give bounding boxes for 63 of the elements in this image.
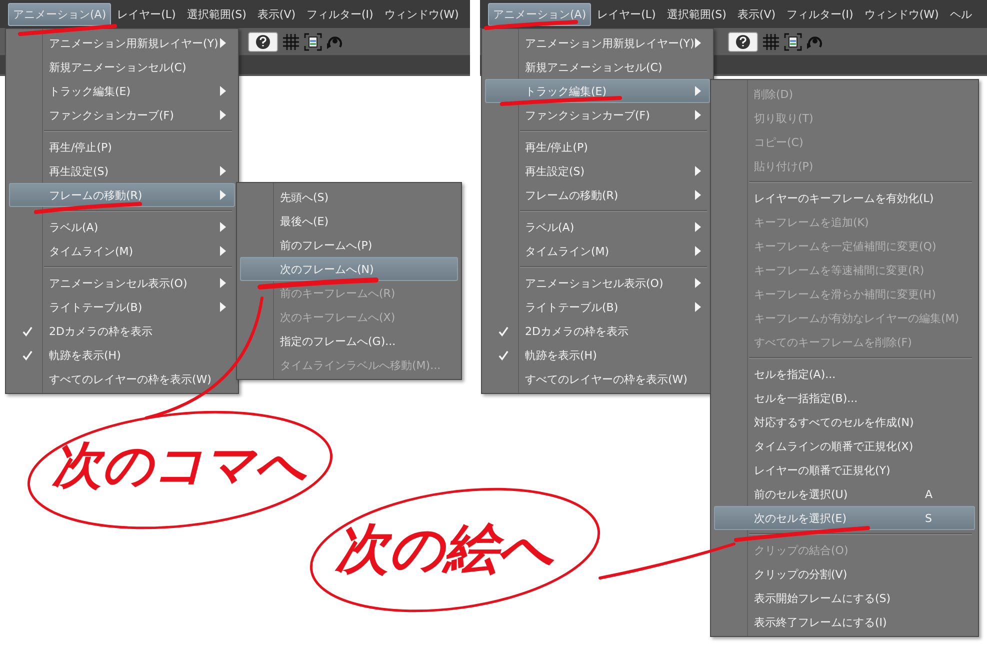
menu-item[interactable]: アニメーション用新規レイヤー(Y) — [485, 31, 710, 55]
menu-bar-item[interactable]: ヘル — [944, 2, 977, 26]
menu-item[interactable]: フレームの移動(R) — [485, 183, 710, 207]
menu-item[interactable]: 再生設定(S) — [9, 159, 235, 183]
menu-item[interactable]: すべてのレイヤーの枠を表示(W) — [9, 367, 235, 391]
menu-bar-item[interactable]: レイヤー(L) — [112, 2, 181, 26]
menu-item[interactable]: 先頭へ(S) — [240, 185, 458, 209]
menu-item[interactable]: セルを一括指定(B)... — [714, 386, 975, 410]
menu-item[interactable]: 2Dカメラの枠を表示 — [485, 319, 710, 343]
menu-item[interactable]: アニメーション用新規レイヤー(Y) — [9, 31, 235, 55]
menu-item[interactable]: タイムライン(M) — [485, 239, 710, 263]
menu-item[interactable]: クリップの分割(V) — [714, 562, 975, 586]
menu-item[interactable]: タイムラインの順番で正規化(X) — [714, 434, 975, 458]
menu-item[interactable]: レイヤーの順番で正規化(Y) — [714, 458, 975, 482]
menu-item[interactable]: ファンクションカーブ(F) — [9, 103, 235, 127]
menu-item[interactable]: 軌跡を表示(H) — [9, 343, 235, 367]
menu-bar-item[interactable]: アニメーション(A) — [8, 2, 112, 26]
menu-item[interactable]: 新規アニメーションセル(C) — [9, 55, 235, 79]
menu-item[interactable]: 指定のフレームへ(G)... — [240, 329, 458, 353]
menu-item[interactable]: 前のセルを選択(U) A — [714, 482, 975, 506]
menu-bar-item[interactable]: 選択範囲(S) — [182, 2, 252, 26]
menu-item[interactable]: 新規アニメーションセル(C) — [485, 55, 710, 79]
menu-item[interactable]: トラック編集(E) — [485, 79, 710, 103]
menu-bar-item[interactable]: フィルター(I) — [302, 2, 378, 26]
menu-item[interactable]: 軌跡を表示(H) — [485, 343, 710, 367]
menu-bar-item[interactable]: フィルター(I) — [782, 2, 858, 26]
menu-item[interactable]: 次のフレームへ(N) — [240, 257, 458, 281]
menu-item[interactable]: レイヤーのキーフレームを有効化(L) — [714, 186, 975, 210]
menu-item[interactable]: トラック編集(E) — [9, 79, 235, 103]
menu-item[interactable]: 前のフレームへ(P) — [240, 233, 458, 257]
menu-bar-item[interactable]: ウィンドウ(W) — [379, 2, 464, 26]
menu-item[interactable]: すべてのレイヤーの枠を表示(W) — [485, 367, 710, 391]
menu-item[interactable]: ラベル(A) — [9, 215, 235, 239]
menu-bar-item[interactable]: レイヤー(L) — [592, 2, 661, 26]
menu-item[interactable]: タイムライン(M) — [9, 239, 235, 263]
menu-bar-item[interactable]: ウィンドウ(W) — [859, 2, 944, 26]
menu-item[interactable]: アニメーションセル表示(O) — [485, 271, 710, 295]
menu-item[interactable]: 最後へ(E) — [240, 209, 458, 233]
menu-item[interactable]: アニメーションセル表示(O) — [9, 271, 235, 295]
frame-icon[interactable] — [784, 32, 802, 50]
menu-item[interactable]: ライトテーブル(B) — [9, 295, 235, 319]
menu-item[interactable]: 再生/停止(P) — [485, 135, 710, 159]
menu-item[interactable]: ファンクションカーブ(F) — [485, 103, 710, 127]
menu-bar-item[interactable]: 表示(V) — [252, 2, 301, 26]
menu-bar-item[interactable]: アニメーション(A) — [488, 2, 592, 26]
menu-bar-item[interactable]: 表示(V) — [732, 2, 781, 26]
menu-item[interactable]: フレームの移動(R) — [9, 183, 235, 207]
menu-item[interactable]: 2Dカメラの枠を表示 — [9, 319, 235, 343]
menu-item[interactable]: 次のセルを選択(E) S — [714, 506, 975, 530]
menu-item[interactable]: 再生設定(S) — [485, 159, 710, 183]
menu-item[interactable]: ラベル(A) — [485, 215, 710, 239]
menu-bar-item[interactable]: 選択範囲(S) — [662, 2, 732, 26]
frame-icon[interactable] — [304, 32, 322, 50]
handwritten-note: 次のコマへ — [52, 440, 306, 490]
menu-item[interactable]: 表示開始フレームにする(S) — [714, 586, 975, 610]
menu-item[interactable]: 対応するすべてのセルを作成(N) — [714, 410, 975, 434]
menu-item[interactable]: 再生/停止(P) — [9, 135, 235, 159]
menu-item[interactable]: ライトテーブル(B) — [485, 295, 710, 319]
menu-item[interactable]: セルを指定(A)... — [714, 362, 975, 386]
help-button[interactable] — [248, 32, 278, 52]
help-button[interactable] — [728, 32, 758, 52]
handwritten-note: 次の絵へ — [335, 522, 553, 576]
menu-item[interactable]: 表示終了フレームにする(I) — [714, 610, 975, 634]
